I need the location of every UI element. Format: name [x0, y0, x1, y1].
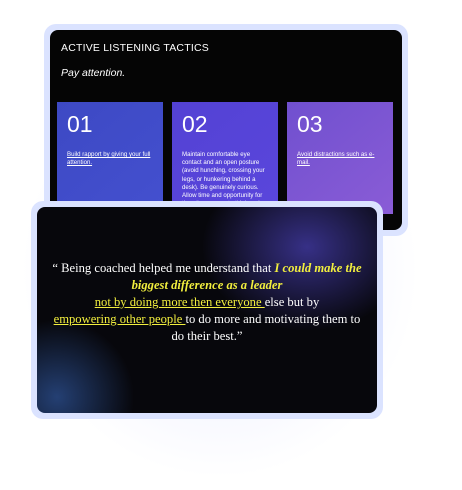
quote-underline-1: not by doing more then everyone [94, 295, 265, 309]
tactic-tile-01: 01 Build rapport by giving your full att… [57, 102, 163, 214]
tactic-tile-03: 03 Avoid distractions such as e-mail. [287, 102, 393, 214]
quote-open: “ Being coached helped me understand tha… [52, 261, 275, 275]
quote-middle: else but by [264, 295, 320, 309]
tile-number: 02 [182, 111, 208, 137]
quote-underline-2: empowering other people [53, 312, 186, 326]
slide-quote: “ Being coached helped me understand tha… [37, 207, 377, 413]
tile-number: 01 [67, 111, 93, 137]
slide-title: ACTIVE LISTENING TACTICS [61, 42, 209, 54]
testimonial-quote: “ Being coached helped me understand tha… [47, 260, 367, 345]
tile-number: 03 [297, 111, 323, 137]
tile-text-link[interactable]: Build rapport by giving your full attent… [67, 151, 153, 167]
slide-subtitle: Pay attention. [61, 67, 126, 79]
tile-text-link[interactable]: Avoid distractions such as e-mail. [297, 151, 383, 167]
quote-end: to do more and motivating them to do the… [171, 312, 361, 343]
slide-active-listening: ACTIVE LISTENING TACTICS Pay attention. … [50, 30, 402, 230]
tactic-tile-02: 02 Maintain comfortable eye contact and … [172, 102, 278, 216]
